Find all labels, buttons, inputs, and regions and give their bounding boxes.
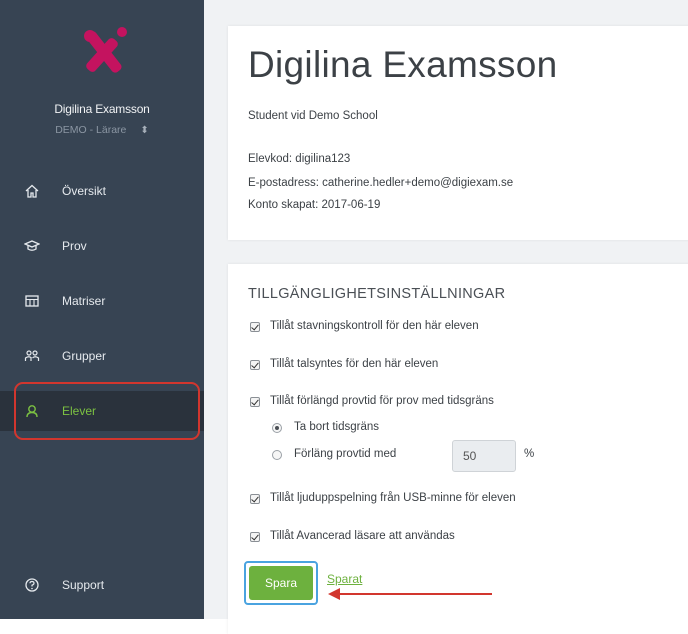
- nav-item-support[interactable]: Support: [0, 565, 204, 605]
- nav-item-matriser[interactable]: Matriser: [0, 281, 204, 321]
- nav-label: Support: [62, 578, 105, 592]
- role-selector[interactable]: DEMO - Lärare ⬍: [0, 124, 204, 136]
- nav-label: Matriser: [62, 294, 106, 308]
- usb-audio-checkbox[interactable]: [250, 494, 260, 504]
- extend-time-radio[interactable]: [272, 450, 282, 460]
- graduation-cap-icon: [24, 240, 40, 251]
- student-email: E-postadress: catherine.hedler+demo@digi…: [248, 177, 514, 189]
- highlight-annotation: [14, 382, 200, 440]
- tts-label: Tillåt talsyntes för den här eleven: [270, 358, 439, 370]
- sidebar: Digilina Examsson DEMO - Lärare ⬍ Översik…: [0, 0, 204, 619]
- user-name: Digilina Examsson: [54, 102, 150, 116]
- remove-limit-radio[interactable]: [272, 423, 282, 433]
- accessibility-title: TILLGÄNGLIGHETSINSTÄLLNINGAR: [248, 286, 506, 302]
- save-button[interactable]: Spara: [249, 566, 313, 600]
- student-code: Elevkod: digilina123: [248, 153, 351, 165]
- nav-item-oversikt[interactable]: Översikt: [0, 171, 204, 211]
- table-icon: [25, 295, 39, 307]
- role-label: DEMO - Lärare: [55, 124, 127, 136]
- help-icon: [25, 578, 39, 592]
- percent-label: %: [524, 448, 535, 460]
- account-created: Konto skapat: 2017-06-19: [248, 199, 381, 211]
- student-school: Student vid Demo School: [248, 110, 378, 122]
- nav-label: Grupper: [62, 349, 107, 363]
- advanced-reader-label: Tillåt Avancerad läsare att användas: [270, 530, 455, 542]
- home-icon: [25, 184, 39, 198]
- group-icon: [24, 350, 40, 361]
- red-arrow-annotation: [328, 588, 492, 600]
- extended-time-label: Tillåt förlängd provtid för prov med tid…: [270, 395, 494, 407]
- digiexam-logo-icon: [84, 27, 127, 73]
- extended-time-checkbox[interactable]: [250, 397, 260, 407]
- remove-limit-label: Ta bort tidsgräns: [294, 421, 380, 433]
- tts-checkbox[interactable]: [250, 360, 260, 370]
- spellcheck-checkbox[interactable]: [250, 322, 260, 332]
- nav-item-prov[interactable]: Prov: [0, 226, 204, 266]
- usb-audio-label: Tillåt ljuduppspelning från USB-minne fö…: [270, 492, 516, 504]
- extend-percent-input[interactable]: [452, 440, 516, 472]
- student-name-heading: Digilina Examsson: [248, 44, 558, 85]
- extend-time-label: Förläng provtid med: [294, 448, 397, 460]
- nav-item-grupper[interactable]: Grupper: [0, 336, 204, 376]
- updown-arrows-icon: ⬍: [140, 125, 149, 136]
- nav-label: Prov: [62, 239, 87, 253]
- advanced-reader-checkbox[interactable]: [250, 532, 260, 542]
- nav-label: Översikt: [62, 184, 107, 198]
- spellcheck-label: Tillåt stavningskontroll för den här ele…: [270, 320, 479, 332]
